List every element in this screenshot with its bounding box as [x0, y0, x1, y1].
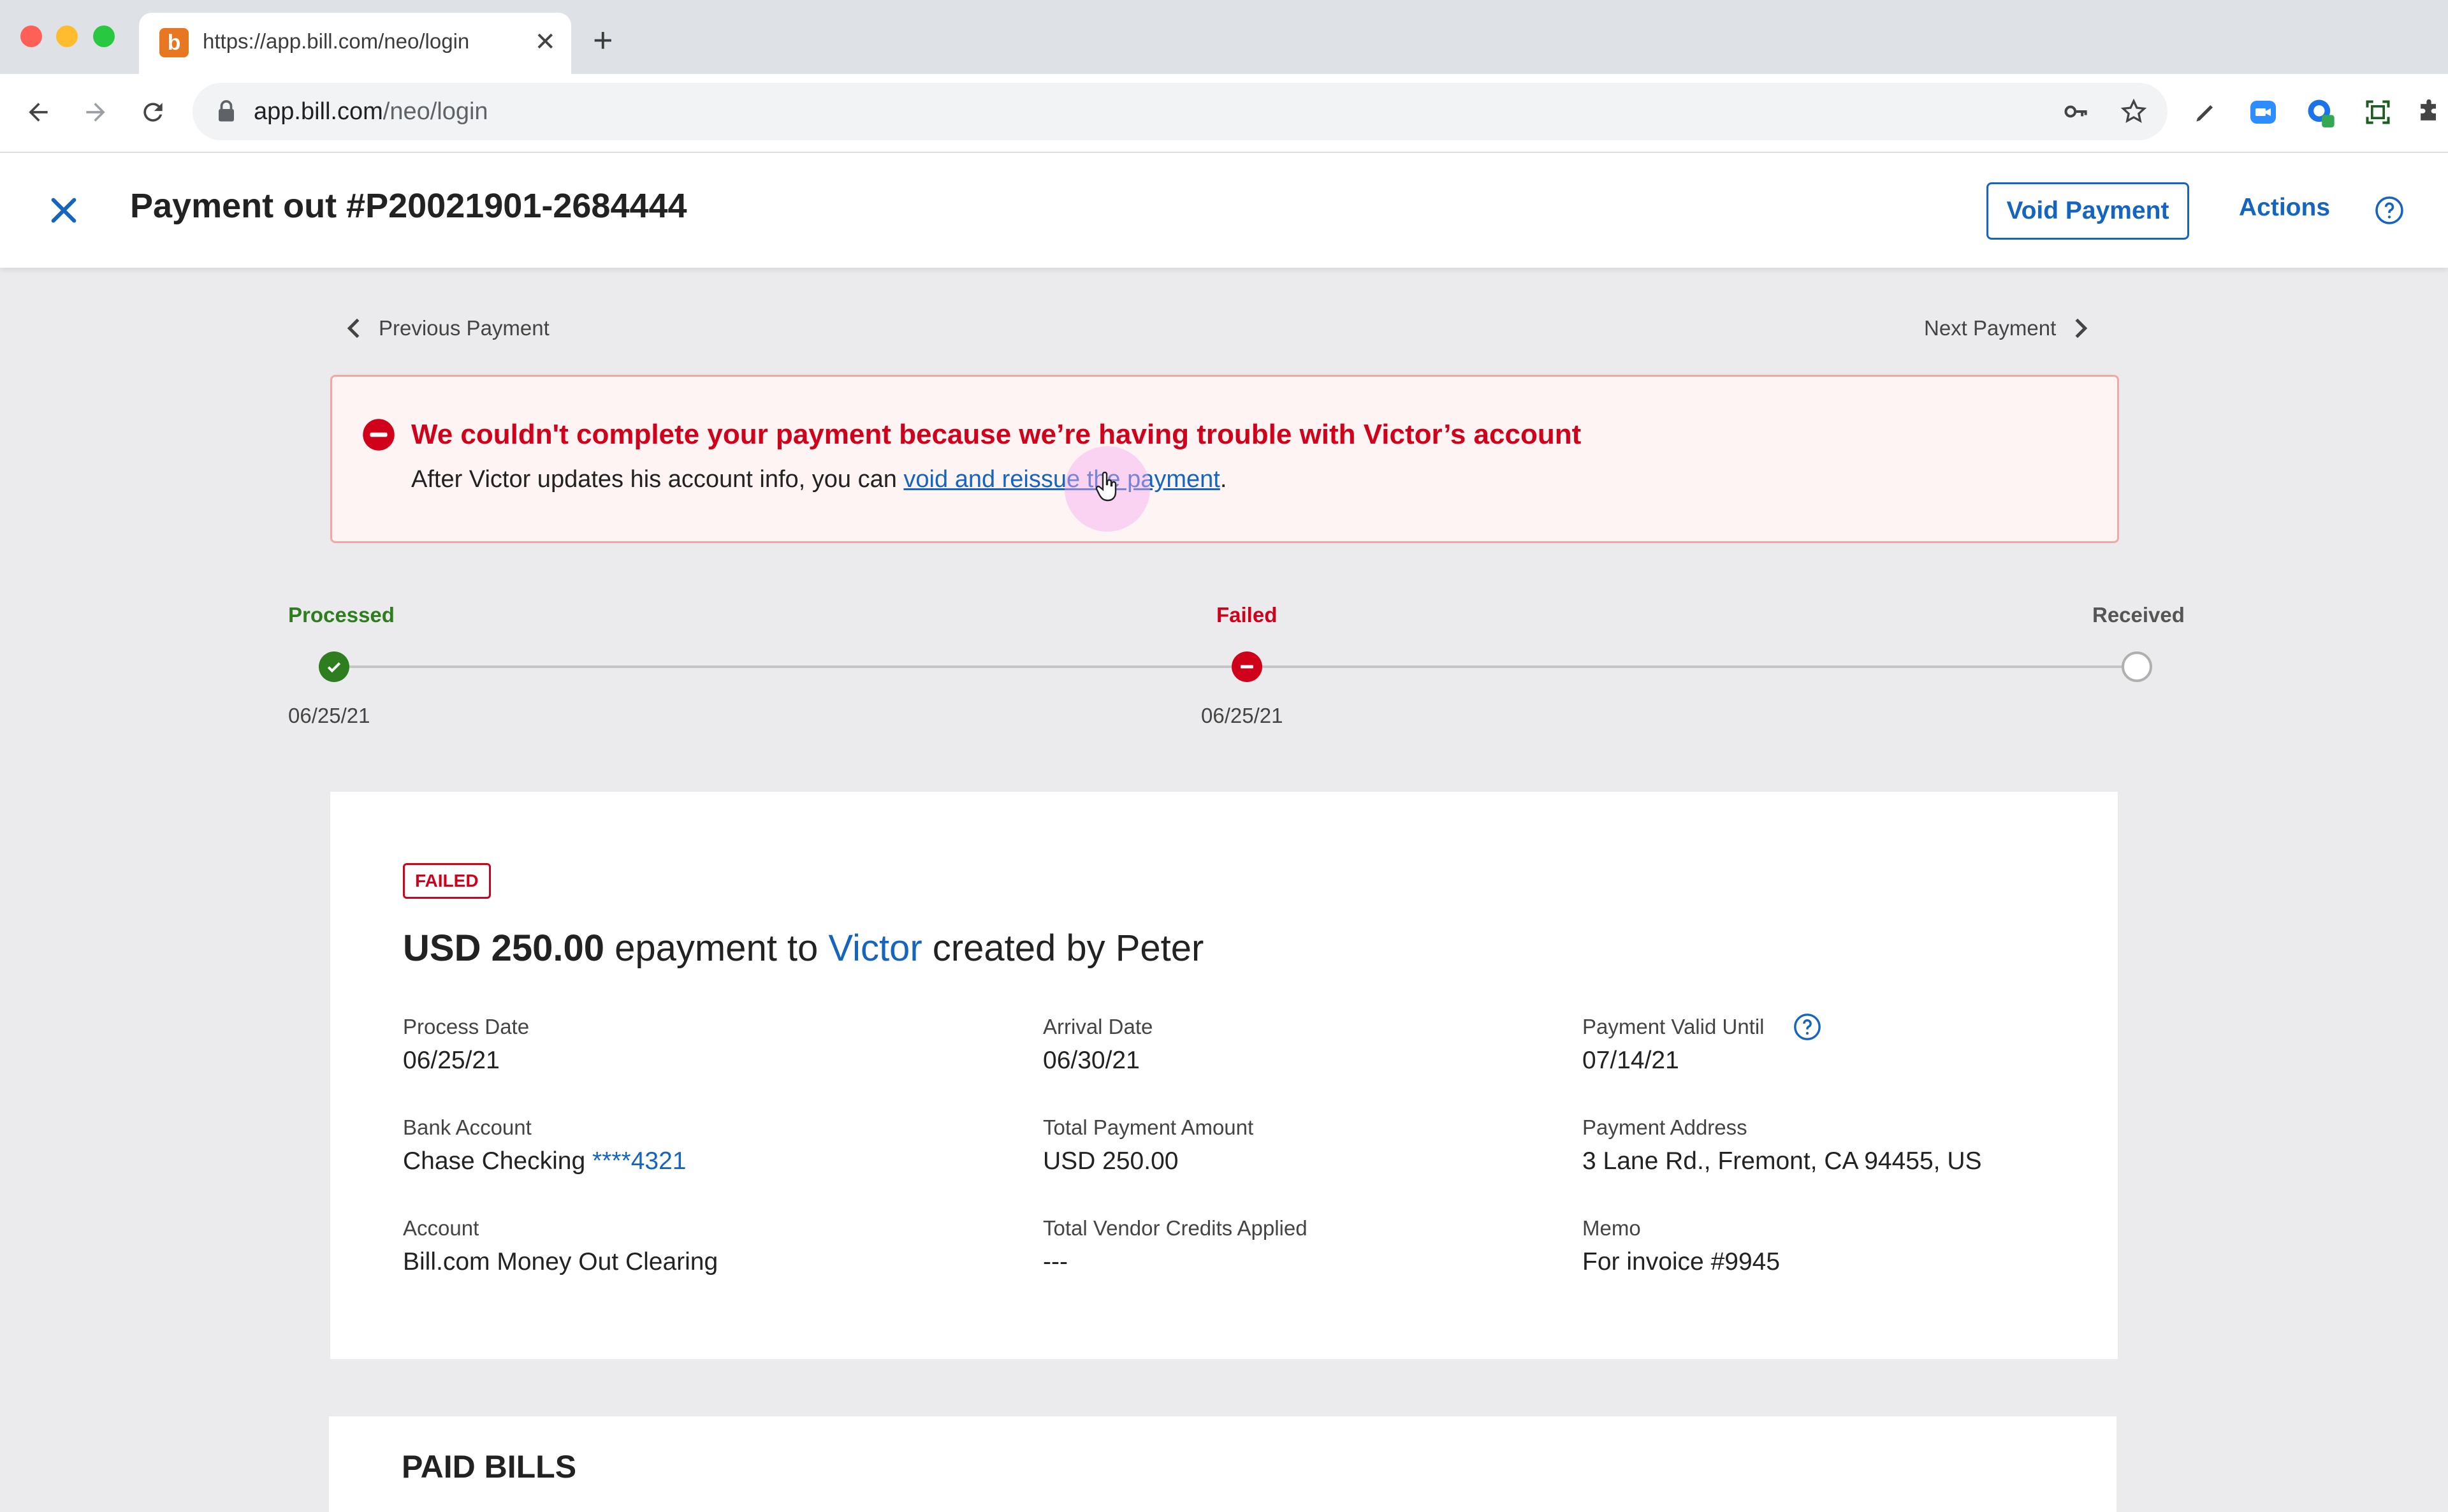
hand-cursor-icon [1094, 471, 1119, 505]
bill-favicon-icon: b [159, 28, 189, 57]
chevron-right-icon [2075, 318, 2088, 338]
process-date-label: Process Date [403, 1015, 530, 1038]
paid-bills-title: PAID BILLS [402, 1449, 577, 1485]
lock-icon [217, 99, 236, 126]
previous-payment-link[interactable]: Previous Payment [344, 316, 550, 340]
valid-until-help-icon[interactable] [1793, 1012, 1822, 1045]
total-payment-amount-value: USD 250.00 [1043, 1147, 1179, 1175]
bank-account-number-link[interactable]: ****4321 [592, 1147, 686, 1175]
browser-tab-bar: b https://app.bill.com/neo/login ✕ + [0, 0, 2448, 74]
failed-minus-icon [1232, 651, 1262, 682]
account-label: Account [403, 1216, 479, 1240]
timeline-step-received-label: Received [2092, 603, 2185, 627]
memo-value: For invoice #9945 [1582, 1248, 1781, 1276]
bank-account-label: Bank Account [403, 1116, 532, 1139]
tab-title: https://app.bill.com/neo/login [203, 29, 470, 53]
window-minimize-button[interactable] [56, 25, 78, 47]
payment-address-label: Payment Address [1582, 1116, 1747, 1139]
payment-summary: USD 250.00 epayment to Victor created by… [403, 927, 1204, 969]
alert-title: We couldn't complete your payment becaus… [411, 419, 1582, 450]
timeline-step-processed-label: Processed [288, 603, 395, 627]
actions-menu-button[interactable]: Actions [2239, 194, 2330, 222]
next-payment-label: Next Payment [1924, 316, 2057, 340]
paid-bills-card: PAID BILLS [329, 1416, 2116, 1512]
account-value: Bill.com Money Out Clearing [403, 1248, 718, 1276]
timeline-step-processed-date: 06/25/21 [288, 704, 370, 727]
void-payment-button[interactable]: Void Payment [1986, 182, 2189, 240]
void-and-reissue-link[interactable]: void and reissue the payment [903, 466, 1220, 493]
close-icon[interactable] [46, 193, 82, 228]
valid-until-label: Payment Valid Until [1582, 1015, 1765, 1038]
vendor-link[interactable]: Victor [828, 927, 922, 969]
arrival-date-value: 06/30/21 [1043, 1047, 1140, 1074]
valid-until-value: 07/14/21 [1582, 1047, 1679, 1074]
pen-extension-icon[interactable] [2185, 92, 2226, 133]
key-icon[interactable] [2060, 96, 2092, 127]
window-close-button[interactable] [20, 25, 42, 47]
back-arrow-icon[interactable] [18, 92, 59, 133]
payment-detail-card: FAILED USD 250.00 epayment to Victor cre… [330, 792, 2118, 1359]
extension-badge-icon[interactable] [2300, 92, 2341, 133]
bookmark-star-icon[interactable] [2118, 96, 2150, 127]
window-zoom-button[interactable] [93, 25, 115, 47]
extensions-puzzle-icon[interactable] [2408, 92, 2448, 133]
payment-header: Payment out #P20021901-2684444 Void Paym… [0, 153, 2448, 268]
address-bar[interactable]: app.bill.com/neo/login [193, 83, 2168, 140]
chevron-left-icon [347, 318, 360, 338]
browser-tab[interactable]: b https://app.bill.com/neo/login ✕ [139, 13, 571, 74]
forward-arrow-icon[interactable] [75, 92, 116, 133]
bank-account-value: Chase Checking ****4321 [403, 1147, 687, 1175]
screenshot-extension-icon[interactable] [2357, 92, 2398, 133]
check-icon [319, 651, 349, 682]
tab-close-icon[interactable]: ✕ [534, 29, 556, 55]
vendor-credits-value: --- [1043, 1248, 1068, 1276]
memo-label: Memo [1582, 1216, 1641, 1240]
process-date-value: 06/25/21 [403, 1047, 500, 1074]
timeline-step-failed-date: 06/25/21 [1201, 704, 1283, 727]
total-payment-amount-label: Total Payment Amount [1043, 1116, 1254, 1139]
pending-circle-icon [2122, 651, 2152, 682]
previous-payment-label: Previous Payment [379, 316, 550, 340]
help-icon[interactable] [2374, 195, 2405, 229]
next-payment-link[interactable]: Next Payment [1924, 316, 2090, 340]
error-minus-icon [361, 418, 396, 455]
browser-toolbar: app.bill.com/neo/login [0, 74, 2448, 153]
new-tab-icon[interactable]: + [593, 23, 613, 57]
arrival-date-label: Arrival Date [1043, 1015, 1153, 1038]
zoom-extension-icon[interactable] [2243, 92, 2284, 133]
status-badge: FAILED [403, 863, 491, 899]
payment-address-value: 3 Lane Rd., Fremont, CA 94455, US [1582, 1147, 1982, 1175]
url-text: app.bill.com/neo/login [254, 98, 488, 125]
page-title: Payment out #P20021901-2684444 [130, 187, 687, 225]
timeline-step-failed-label: Failed [1216, 603, 1278, 627]
payment-error-alert: We couldn't complete your payment becaus… [330, 375, 2119, 543]
reload-icon[interactable] [133, 92, 173, 133]
vendor-credits-label: Total Vendor Credits Applied [1043, 1216, 1308, 1240]
